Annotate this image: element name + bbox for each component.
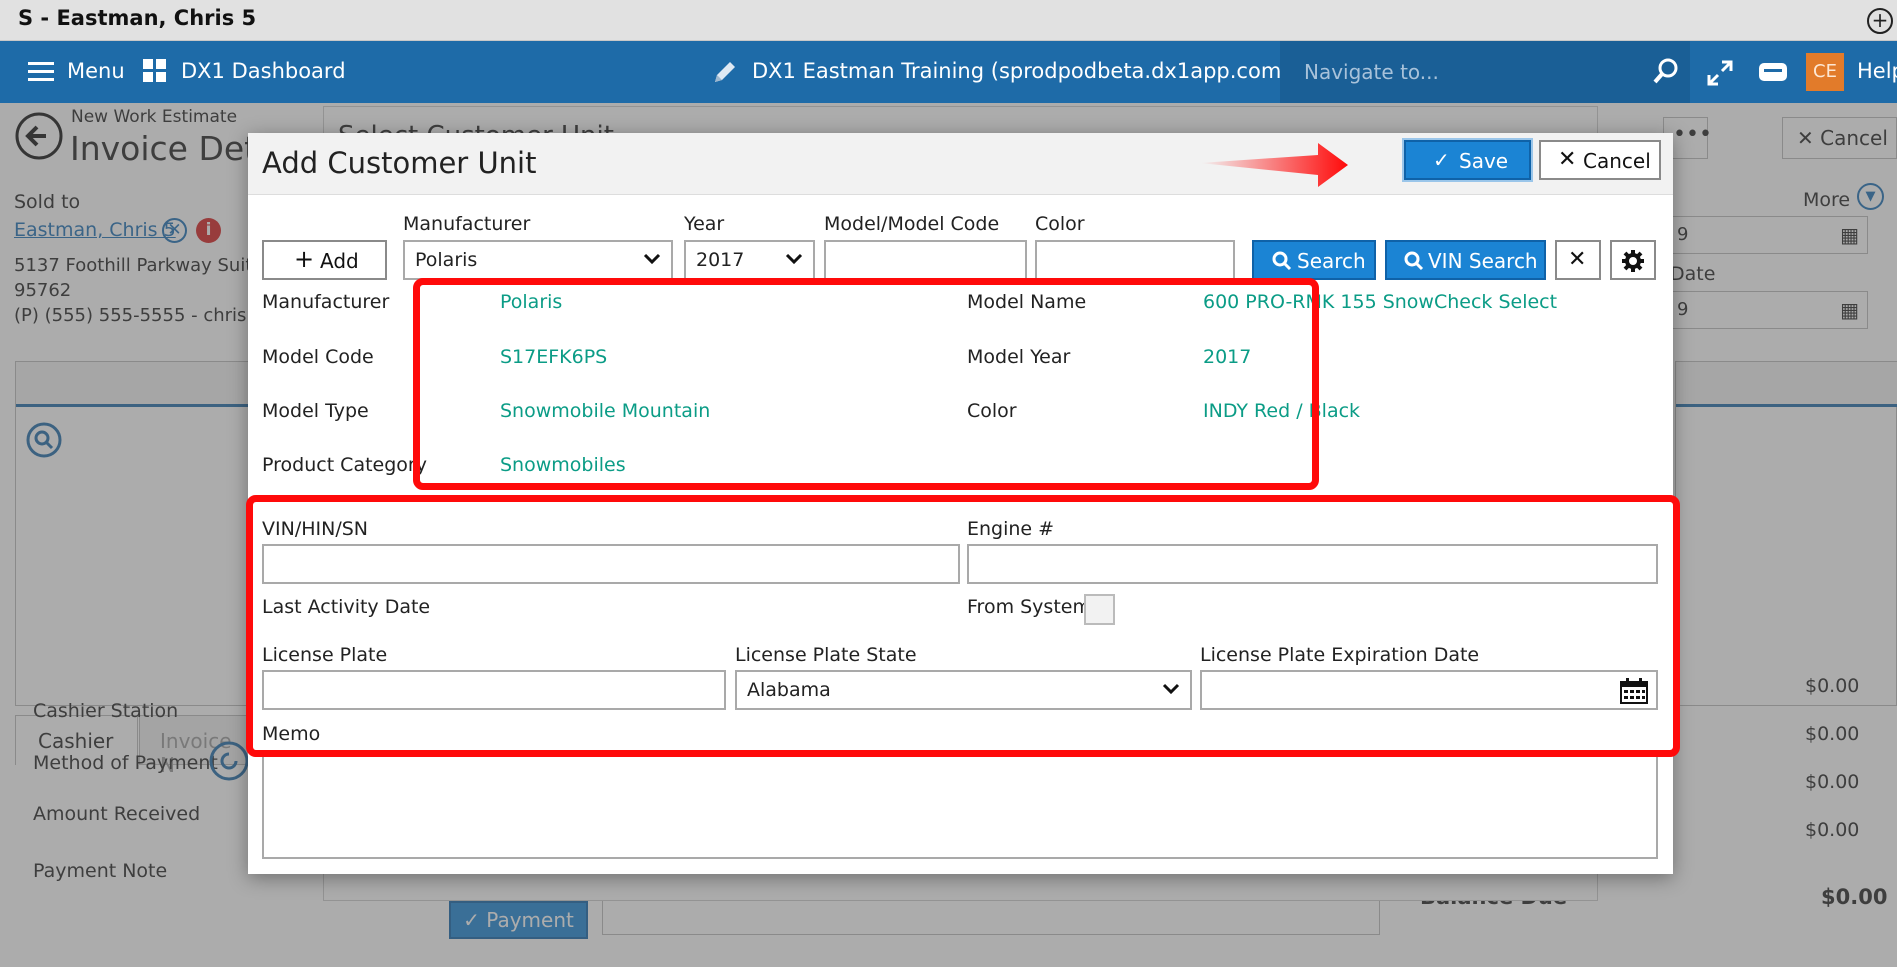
navigate-input[interactable] (1304, 56, 1634, 88)
vin-label: VIN/HIN/SN (262, 518, 368, 540)
model-code-label: Model Code (262, 346, 374, 368)
model-name-value: 600 PRO-RMK 155 SnowCheck Select (1203, 291, 1558, 313)
license-plate-state-label: License Plate State (735, 644, 917, 666)
calendar-icon[interactable] (1620, 678, 1648, 704)
annotation-arrow-icon (1200, 143, 1348, 187)
vin-input[interactable] (262, 544, 960, 584)
license-plate-state-select[interactable]: Alabama (735, 670, 1192, 710)
help-link[interactable]: Help (1857, 59, 1897, 83)
engine-input[interactable] (967, 544, 1658, 584)
model-name-label: Model Name (967, 291, 1087, 313)
model-type-value: Snowmobile Mountain (500, 400, 711, 422)
navigate-box (1280, 41, 1690, 103)
from-system-checkbox[interactable] (1084, 594, 1115, 625)
chevron-down-icon (785, 253, 803, 265)
window-title: S - Eastman, Chris 5 (18, 6, 257, 30)
year-select[interactable]: 2017 (684, 240, 815, 280)
product-category-label: Product Category (262, 454, 427, 476)
model-code-search-input[interactable] (824, 240, 1027, 280)
cancel-button[interactable]: ✕ Cancel (1539, 140, 1661, 180)
manufacturer-select[interactable]: Polaris (403, 240, 673, 280)
settings-button[interactable] (1610, 240, 1656, 280)
model-code-search-label: Model/Model Code (824, 213, 1000, 235)
add-unit-button[interactable]: + Add (262, 240, 387, 280)
window-titlebar: S - Eastman, Chris 5 + (0, 0, 1897, 41)
manufacturer-value: Polaris (500, 291, 563, 313)
chat-icon[interactable] (1758, 60, 1788, 86)
checkmark-icon: ✓ (1433, 148, 1450, 172)
gear-icon (1622, 250, 1644, 272)
license-plate-input[interactable] (262, 670, 726, 710)
product-category-value: Snowmobiles (500, 454, 626, 476)
vin-search-button[interactable]: VIN Search (1385, 240, 1546, 280)
chevron-down-icon (1162, 683, 1180, 695)
modal-header: Add Customer Unit ✓ Save ✕ Cancel (248, 133, 1673, 195)
memo-textarea[interactable] (262, 750, 1658, 859)
dashboard-link[interactable]: DX1 Dashboard (181, 59, 346, 83)
manufacturer-label: Manufacturer (262, 291, 390, 313)
app-navbar: Menu DX1 Dashboard DX1 Eastman Training … (0, 41, 1897, 103)
model-year-label: Model Year (967, 346, 1071, 368)
form-highlight-box (246, 495, 1680, 757)
engine-label: Engine # (967, 518, 1055, 540)
search-manufacturer-label: Manufacturer (403, 213, 531, 235)
site-name: DX1 Eastman Training (sprodpodbeta.dx1ap… (752, 59, 1290, 83)
modal-title: Add Customer Unit (262, 146, 537, 180)
expand-icon[interactable] (1706, 59, 1734, 87)
year-label: Year (684, 213, 725, 235)
dashboard-grid-icon[interactable] (143, 59, 167, 83)
menu-link[interactable]: Menu (67, 59, 125, 83)
pencil-icon[interactable] (712, 59, 738, 85)
hamburger-icon[interactable] (28, 61, 54, 83)
license-plate-expiration-label: License Plate Expiration Date (1200, 644, 1480, 666)
add-customer-unit-modal: Add Customer Unit ✓ Save ✕ Cancel + Add … (246, 133, 1680, 874)
last-activity-date-label: Last Activity Date (262, 596, 431, 618)
plus-icon: + (294, 245, 315, 273)
memo-label: Memo (262, 723, 321, 745)
new-tab-icon[interactable]: + (1867, 8, 1893, 34)
close-icon: ✕ (1558, 147, 1577, 172)
save-button[interactable]: ✓ Save (1402, 138, 1533, 182)
license-plate-expiration-field[interactable] (1200, 670, 1658, 710)
license-plate-label: License Plate (262, 644, 388, 666)
avatar[interactable]: CE (1806, 53, 1844, 91)
model-type-label: Model Type (262, 400, 369, 422)
close-icon: ✕ (1568, 247, 1587, 272)
search-icon (1404, 251, 1424, 271)
model-code-value: S17EFK6PS (500, 346, 608, 368)
search-button[interactable]: Search (1252, 240, 1376, 280)
color-value: INDY Red / Black (1203, 400, 1361, 422)
model-year-value: 2017 (1203, 346, 1252, 368)
search-icon[interactable] (1652, 57, 1680, 85)
color-search-label: Color (1035, 213, 1085, 235)
chevron-down-icon (643, 253, 661, 265)
clear-search-button[interactable]: ✕ (1555, 240, 1601, 280)
from-system-label: From System (967, 596, 1091, 618)
search-icon (1272, 251, 1292, 271)
color-label: Color (967, 400, 1017, 422)
color-search-input[interactable] (1035, 240, 1235, 280)
